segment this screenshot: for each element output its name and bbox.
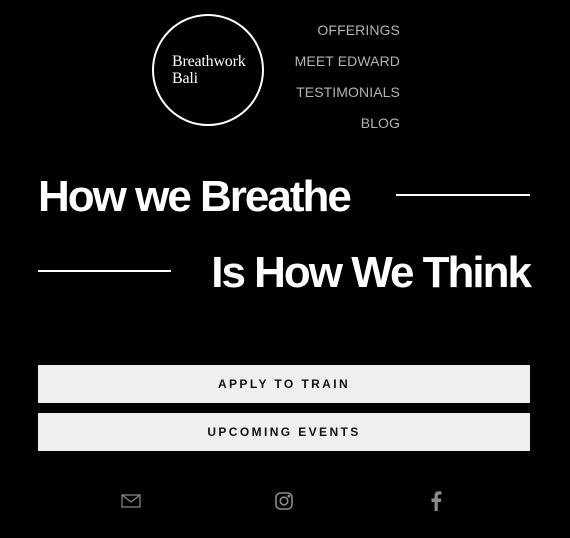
mail-icon[interactable] xyxy=(120,490,142,512)
instagram-icon[interactable] xyxy=(273,490,295,512)
nav-meet-edward[interactable]: MEET EDWARD xyxy=(295,46,400,77)
logo-text: Breathwork Bali xyxy=(172,53,252,87)
logo-line-1: Breathwork xyxy=(172,53,246,70)
hero-heading-line-2: Is How We Think xyxy=(211,248,532,297)
nav-offerings[interactable]: OFFERINGS xyxy=(317,15,400,46)
hero-divider-left xyxy=(38,270,171,272)
apply-to-train-button[interactable]: APPLY TO TRAIN xyxy=(38,365,530,403)
upcoming-events-button[interactable]: UPCOMING EVENTS xyxy=(38,413,530,451)
main-nav: OFFERINGS MEET EDWARD TESTIMONIALS BLOG xyxy=(295,15,400,139)
nav-testimonials[interactable]: TESTIMONIALS xyxy=(296,77,400,108)
facebook-icon[interactable] xyxy=(425,490,447,512)
logo-line-2: Bali xyxy=(172,70,198,87)
hero-heading-line-1: How we Breathe xyxy=(38,172,352,221)
nav-blog[interactable]: BLOG xyxy=(361,108,400,139)
hero-divider-right xyxy=(396,194,530,196)
logo-link[interactable]: Breathwork Bali xyxy=(152,14,264,126)
